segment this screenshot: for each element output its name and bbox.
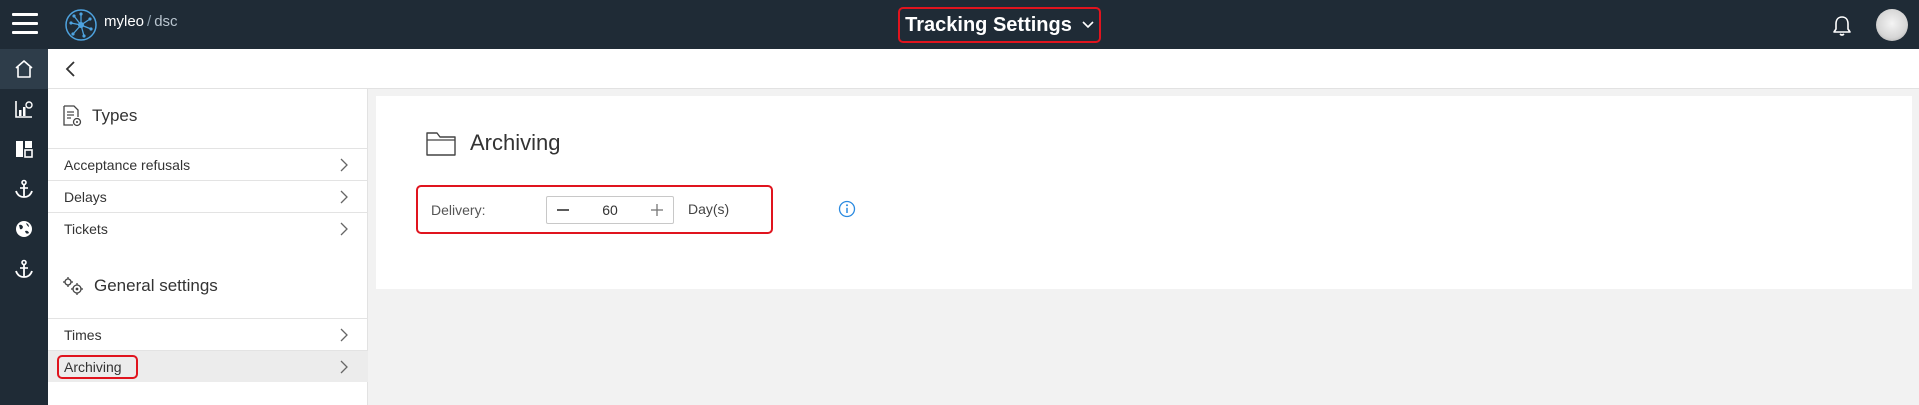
plus-icon — [651, 204, 663, 216]
rail-item-anchor[interactable] — [0, 169, 48, 209]
brand-name[interactable]: myleo / dsc — [104, 13, 178, 30]
myleo-logo-icon — [65, 9, 97, 41]
rail-item-globe[interactable] — [0, 209, 48, 249]
nav-item-tickets[interactable]: Tickets — [48, 212, 368, 244]
chevron-right-icon — [340, 328, 348, 342]
info-icon[interactable] — [838, 200, 856, 218]
top-bar: myleo / dsc Tracking Settings — [0, 0, 1919, 49]
bell-icon[interactable] — [1830, 14, 1854, 38]
avatar[interactable] — [1876, 9, 1908, 41]
delivery-label: Delivery: — [431, 202, 486, 218]
chevron-down-icon — [1082, 21, 1094, 29]
delivery-field: Delivery: Day(s) — [416, 185, 773, 234]
chevron-right-icon — [340, 222, 348, 236]
dashboard-icon — [16, 141, 33, 158]
page-title: Tracking Settings — [905, 13, 1072, 36]
nav-item-label: Delays — [64, 188, 107, 205]
chevron-right-icon — [340, 360, 348, 374]
nav-item-label: Archiving — [57, 354, 138, 379]
archiving-title-text: Archiving — [470, 130, 561, 155]
chevron-right-icon — [340, 158, 348, 172]
settings-navigation: Types Acceptance refusals Delays Tickets… — [48, 89, 368, 405]
menu-icon[interactable] — [12, 13, 38, 35]
anchor-icon — [15, 179, 33, 198]
types-heading-label: Types — [92, 106, 138, 125]
delivery-stepper — [546, 196, 674, 224]
brand-main: myleo — [104, 13, 145, 30]
archiving-title: Archiving — [426, 130, 560, 156]
sub-header — [48, 49, 1919, 89]
rail-item-home[interactable] — [0, 49, 48, 89]
rail-item-dashboard[interactable] — [0, 129, 48, 169]
home-icon — [15, 60, 33, 78]
nav-item-delays[interactable]: Delays — [48, 180, 368, 212]
folder-icon — [426, 132, 456, 156]
nav-item-label: Acceptance refusals — [64, 156, 191, 173]
gears-icon — [63, 277, 83, 295]
anchor-icon — [15, 259, 33, 278]
globe-icon — [16, 221, 32, 237]
chevron-right-icon — [340, 190, 348, 204]
brand-sub: dsc — [154, 13, 178, 30]
general-settings-heading-label: General settings — [94, 276, 218, 295]
nav-item-label: Times — [64, 326, 102, 343]
nav-item-acceptance-refusals[interactable]: Acceptance refusals — [48, 148, 368, 180]
delivery-unit: Day(s) — [688, 201, 730, 217]
decrement-button[interactable] — [547, 197, 579, 223]
app-title-dropdown[interactable]: Tracking Settings — [898, 7, 1101, 43]
back-arrow-icon[interactable] — [62, 60, 80, 78]
brand-separator: / — [147, 13, 152, 30]
analytics-icon — [15, 101, 33, 118]
types-section-heading: Types — [62, 105, 137, 127]
left-rail — [0, 49, 48, 405]
rail-item-anchor-2[interactable] — [0, 249, 48, 289]
nav-item-times[interactable]: Times — [48, 318, 368, 350]
document-settings-icon — [63, 105, 82, 127]
general-settings-section-heading: General settings — [62, 276, 218, 296]
rail-item-analytics[interactable] — [0, 89, 48, 129]
nav-item-archiving[interactable]: Archiving — [48, 350, 368, 382]
archiving-settings-card: Archiving Delivery: Day(s) — [376, 96, 1912, 289]
increment-button[interactable] — [641, 197, 673, 223]
nav-item-label: Tickets — [64, 220, 108, 237]
minus-icon — [557, 209, 569, 211]
delivery-days-input[interactable] — [579, 197, 641, 223]
